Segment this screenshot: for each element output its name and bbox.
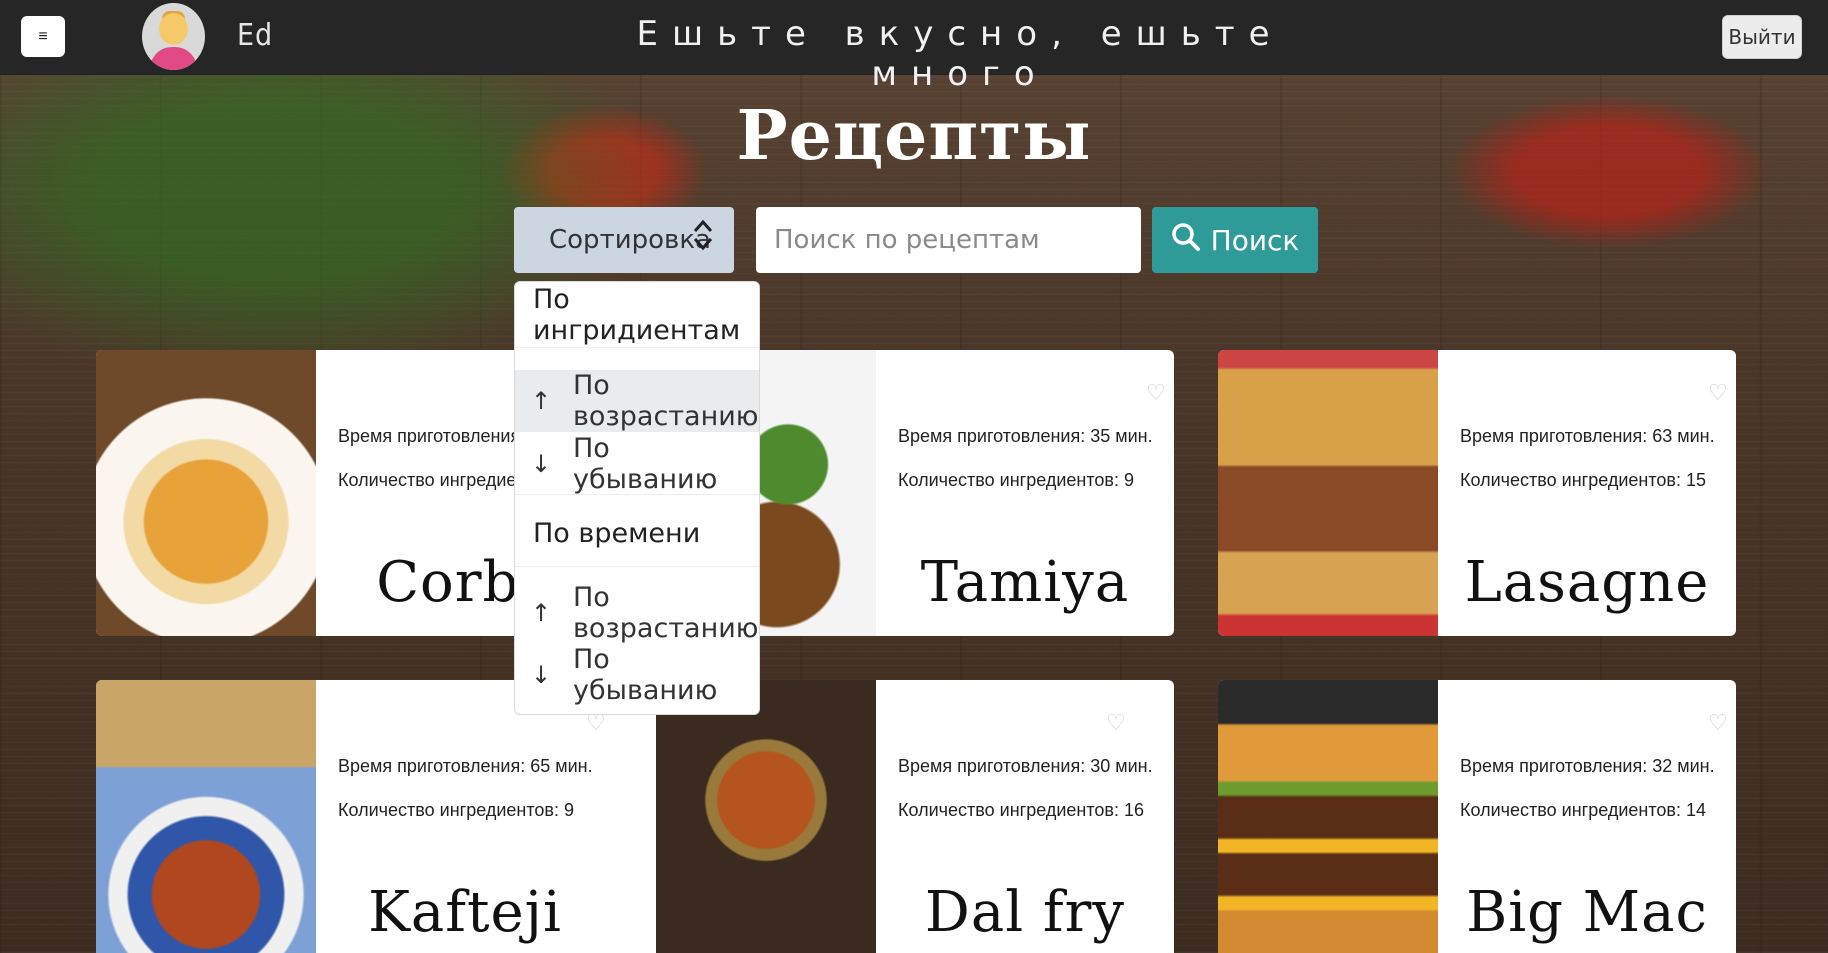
top-navbar: ≡ Ed Ешьте вкусно, ешьте много Выйти <box>0 0 1828 94</box>
favorite-heart-icon[interactable]: ♡ <box>1106 710 1126 736</box>
recipe-card[interactable]: ♡ Время приготовления: 32 мин. Количеств… <box>1218 680 1736 953</box>
arrow-up-icon: ↑ <box>531 599 552 627</box>
ingredient-count: Количество ингредиентов: 9 <box>338 800 574 820</box>
menu-button[interactable]: ≡ <box>21 16 65 57</box>
hamburger-icon: ≡ <box>38 27 48 45</box>
sort-dropdown-menu: По ингридиентам ↑ По возрастанию ↓ По уб… <box>514 281 760 715</box>
cook-time: Время приготовления: 65 мин. <box>338 756 593 776</box>
ingredient-count: Количество ингредие <box>338 470 517 490</box>
cook-time: Время приготовления <box>338 426 521 446</box>
username: Ed <box>237 18 274 53</box>
cook-time: Время приготовления: 30 мин. <box>898 756 1153 776</box>
recipe-photo <box>96 680 316 953</box>
sort-ingredients-ascending[interactable]: ↑ По возрастанию <box>515 370 759 432</box>
sort-toggle-icon <box>692 217 714 258</box>
recipe-photo <box>656 680 876 953</box>
sort-time-ascending[interactable]: ↑ По возрастанию <box>515 582 759 644</box>
sort-label: Сортировка <box>549 225 711 255</box>
recipe-photo <box>1218 680 1438 953</box>
sort-group-ingredients: По ингридиентам <box>515 282 759 348</box>
recipe-title: Lasagne <box>1464 550 1710 615</box>
recipe-photo <box>1218 350 1438 636</box>
ingredient-count: Количество ингредиентов: 16 <box>898 800 1144 820</box>
ingredient-count: Количество ингредиентов: 9 <box>898 470 1134 490</box>
favorite-heart-icon[interactable]: ♡ <box>1146 380 1166 406</box>
arrow-down-icon: ↓ <box>531 661 552 689</box>
arrow-down-icon: ↓ <box>531 449 552 478</box>
cook-time: Время приготовления: 35 мин. <box>898 426 1153 446</box>
sort-button[interactable]: Сортировка <box>514 207 734 273</box>
sort-time-descending[interactable]: ↓ По убыванию <box>515 644 759 706</box>
recipe-card[interactable]: ♡ Время приготовления: 63 мин. Количеств… <box>1218 350 1736 636</box>
site-tagline: Ешьте вкусно, ешьте много <box>636 14 1284 94</box>
avatar[interactable] <box>142 3 205 70</box>
search-button-label: Поиск <box>1210 223 1300 257</box>
search-icon <box>1171 222 1201 259</box>
sort-group-time: По времени <box>515 501 759 567</box>
recipe-card[interactable]: ♡ Время приготовления: 30 мин. Количеств… <box>614 680 1174 953</box>
cook-time: Время приготовления: 32 мин. <box>1460 756 1715 776</box>
arrow-up-icon: ↑ <box>531 387 552 415</box>
recipe-title: Dal fry <box>924 880 1126 945</box>
ingredient-count: Количество ингредиентов: 15 <box>1460 470 1706 490</box>
search-button[interactable]: Поиск <box>1152 207 1318 273</box>
page-title: Рецепты <box>736 96 1092 176</box>
recipe-title: Big Mac <box>1466 880 1708 945</box>
search-input[interactable] <box>756 207 1141 273</box>
favorite-heart-icon[interactable]: ♡ <box>1708 710 1728 736</box>
sort-ingredients-descending[interactable]: ↓ По убыванию <box>515 433 759 495</box>
recipe-title: Tamiya <box>920 550 1130 615</box>
favorite-heart-icon[interactable]: ♡ <box>1708 380 1728 406</box>
recipe-card[interactable]: ♡ Время приготовления: 65 мин. Количеств… <box>96 680 614 953</box>
recipe-photo <box>96 350 316 636</box>
cook-time: Время приготовления: 63 мин. <box>1460 426 1715 446</box>
ingredient-count: Количество ингредиентов: 14 <box>1460 800 1706 820</box>
logout-button[interactable]: Выйти <box>1722 15 1802 59</box>
recipe-title: Kafteji <box>368 880 562 945</box>
